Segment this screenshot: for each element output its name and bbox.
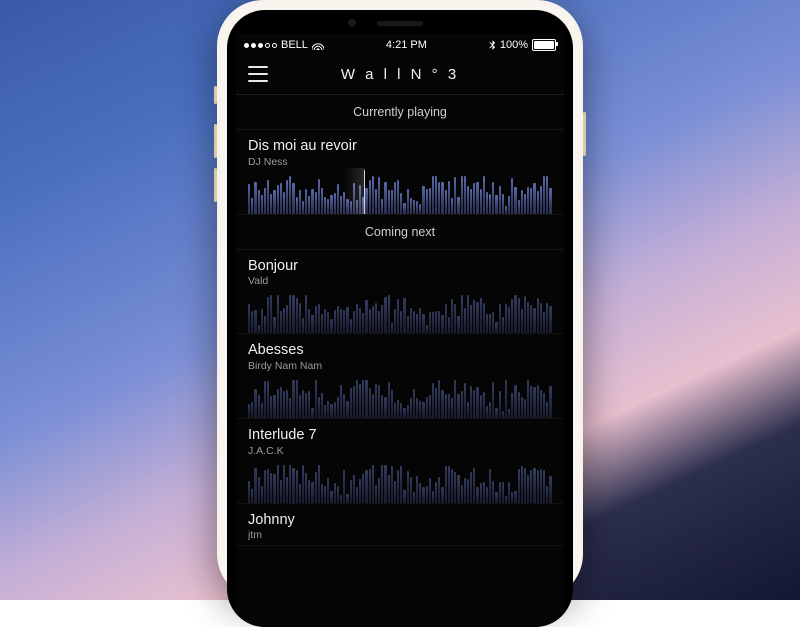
waveform[interactable] (248, 174, 552, 214)
app-header: W a l l N ° 3 (236, 54, 564, 95)
track-title: Dis moi au revoir (248, 138, 552, 155)
now-playing-track[interactable]: Dis moi au revoir DJ Ness (236, 130, 564, 215)
waveform (248, 378, 552, 418)
front-camera (348, 19, 356, 27)
section-currently-playing: Currently playing (236, 95, 564, 130)
carrier-label: BELL (281, 39, 308, 51)
queue-track[interactable]: Interlude 7 J.A.C.K (236, 419, 564, 504)
track-artist: Vald (248, 275, 552, 287)
waveform (248, 293, 552, 333)
signal-strength-icon (244, 43, 277, 48)
battery-icon (532, 39, 556, 51)
phone-frame: BELL 4:21 PM 100% W a l l N (217, 0, 583, 600)
page-title: W a l l N ° 3 (248, 66, 552, 83)
screen: BELL 4:21 PM 100% W a l l N (236, 34, 564, 627)
speaker-grille (377, 21, 423, 26)
track-title: Abesses (248, 342, 552, 359)
volume-down-button (214, 168, 217, 202)
queue-track[interactable]: Bonjour Vald (236, 250, 564, 335)
volume-up-button (214, 124, 217, 158)
bluetooth-icon (489, 40, 496, 51)
track-artist: jtm (248, 529, 552, 541)
track-artist: DJ Ness (248, 156, 552, 168)
wifi-icon (312, 41, 324, 50)
queue-track[interactable]: Abesses Birdy Nam Nam (236, 334, 564, 419)
power-button (583, 112, 586, 156)
battery-pct: 100% (500, 39, 528, 51)
waveform (248, 463, 552, 503)
track-title: Johnny (248, 512, 552, 529)
track-artist: Birdy Nam Nam (248, 360, 552, 372)
playhead[interactable] (364, 170, 365, 214)
mute-switch (214, 86, 217, 104)
track-artist: J.A.C.K (248, 445, 552, 457)
status-bar: BELL 4:21 PM 100% (236, 34, 564, 54)
queue-track[interactable]: Johnny jtm (236, 504, 564, 547)
clock: 4:21 PM (386, 39, 427, 51)
track-title: Bonjour (248, 258, 552, 275)
section-coming-next: Coming next (236, 215, 564, 250)
track-title: Interlude 7 (248, 427, 552, 444)
